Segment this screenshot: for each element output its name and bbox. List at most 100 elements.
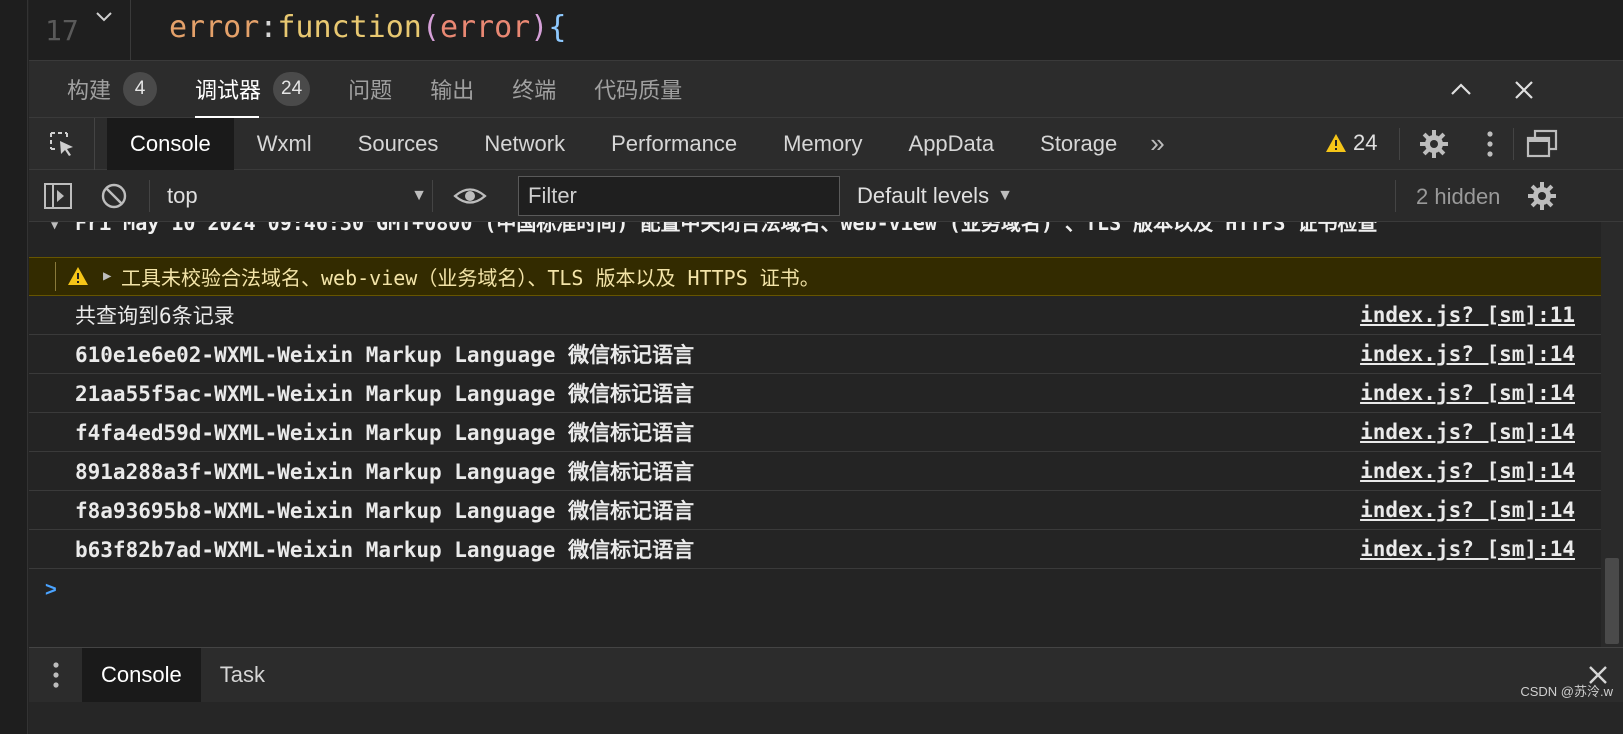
- panel-tab-label: 终端: [512, 78, 557, 103]
- log-message: f8a93695b8-WXML-Weixin Markup Language 微…: [75, 499, 695, 523]
- code-close-paren: ): [530, 10, 549, 45]
- code-property: error: [169, 10, 260, 45]
- scrollbar-thumb[interactable]: [1605, 558, 1619, 644]
- code-open-paren: (: [421, 10, 440, 45]
- log-row: f8a93695b8-WXML-Weixin Markup Language 微…: [29, 491, 1601, 530]
- context-value: top: [167, 183, 198, 208]
- console-group-header[interactable]: ▼ Fri May 10 2024 09:46:30 GMT+0800 (中国标…: [29, 222, 1601, 257]
- gutter-divider: [130, 0, 131, 61]
- close-icon[interactable]: [1509, 75, 1539, 105]
- panel-tab-badge: 4: [123, 72, 158, 106]
- clear-console-icon[interactable]: [99, 181, 129, 211]
- panel-tab-output[interactable]: 输出: [430, 61, 474, 118]
- warning-icon: [1326, 134, 1346, 152]
- source-link[interactable]: index.js? [sm]:14: [1360, 420, 1575, 444]
- log-message: b63f82b7ad-WXML-Weixin Markup Language 微…: [75, 538, 695, 562]
- log-levels-dropdown[interactable]: Default levels ▼: [857, 178, 1013, 214]
- drawer-tab-task[interactable]: Task: [201, 648, 284, 703]
- panel-tab-build[interactable]: 构建 4: [67, 61, 158, 118]
- log-message: 891a288a3f-WXML-Weixin Markup Language 微…: [75, 460, 695, 484]
- chevron-up-icon[interactable]: [1446, 75, 1476, 105]
- fold-chevron-icon[interactable]: [93, 6, 115, 28]
- watermark: CSDN @苏泠.w: [1520, 684, 1613, 699]
- code-colon: :: [259, 10, 278, 45]
- tab-network[interactable]: Network: [461, 118, 588, 170]
- collapse-caret-icon[interactable]: ▼: [51, 222, 58, 238]
- more-vertical-icon[interactable]: [1474, 128, 1506, 160]
- dropdown-arrow-icon: ▼: [997, 187, 1013, 204]
- console-output[interactable]: ▼ Fri May 10 2024 09:46:30 GMT+0800 (中国标…: [29, 222, 1601, 647]
- panel-tabs: 构建 4 调试器 24 问题 输出 终端 代码质量: [29, 61, 1623, 118]
- log-levels-label: Default levels: [857, 183, 990, 208]
- divider: [1513, 128, 1514, 160]
- source-link[interactable]: index.js? [sm]:14: [1360, 459, 1575, 483]
- drawer-tab-console[interactable]: Console: [82, 647, 201, 703]
- panel-tab-code-quality[interactable]: 代码质量: [594, 61, 682, 118]
- warnings-counter[interactable]: 24: [1325, 130, 1377, 156]
- divider: [149, 180, 150, 212]
- tab-appdata[interactable]: AppData: [886, 118, 1018, 170]
- filter-input[interactable]: [518, 176, 840, 216]
- source-link[interactable]: index.js? [sm]:14: [1360, 342, 1575, 366]
- panel-tab-label: 输出: [430, 78, 475, 103]
- ide-main: 17 error:function(error){ 构建 4 调试器 24 问题…: [29, 0, 1623, 734]
- status-strip: [29, 702, 1623, 734]
- eye-icon[interactable]: [453, 181, 487, 211]
- prompt-chevron-icon: >: [45, 579, 57, 601]
- sidebar-toggle-icon[interactable]: [43, 181, 73, 211]
- warning-message[interactable]: ▶ 工具未校验合法域名、web-view（业务域名）、TLS 版本以及 HTTP…: [29, 257, 1601, 296]
- log-row: 21aa55f5ac-WXML-Weixin Markup Language 微…: [29, 374, 1601, 413]
- log-message: 610e1e6e02-WXML-Weixin Markup Language 微…: [75, 343, 695, 367]
- log-row: 610e1e6e02-WXML-Weixin Markup Language 微…: [29, 335, 1601, 374]
- drawer-menu-button[interactable]: [29, 648, 82, 703]
- console-scrollbar[interactable]: [1601, 222, 1623, 647]
- panel-tab-terminal[interactable]: 终端: [512, 61, 556, 118]
- inspect-element-button[interactable]: [29, 117, 95, 170]
- log-message: f4fa4ed59d-WXML-Weixin Markup Language 微…: [75, 421, 695, 445]
- source-link[interactable]: index.js? [sm]:14: [1360, 498, 1575, 522]
- panel-tab-label: 问题: [348, 78, 393, 103]
- divider: [1395, 180, 1396, 212]
- console-settings-gear-icon[interactable]: [1526, 180, 1558, 212]
- code-param: error: [439, 10, 531, 45]
- tab-memory[interactable]: Memory: [760, 118, 885, 170]
- divider: [432, 180, 433, 212]
- console-toolbar: top ▼ Default levels ▼ 2 hidden: [29, 170, 1623, 222]
- expand-caret-icon[interactable]: ▶: [103, 268, 111, 284]
- context-selector[interactable]: top ▼: [167, 178, 427, 214]
- panel-tab-debugger[interactable]: 调试器 24: [195, 61, 311, 118]
- more-vertical-icon: [52, 662, 59, 688]
- tab-storage[interactable]: Storage: [1017, 118, 1140, 170]
- tab-performance[interactable]: Performance: [588, 118, 760, 170]
- tab-console[interactable]: Console: [107, 117, 234, 170]
- hidden-count: 2 hidden: [1416, 184, 1501, 209]
- group-header-text: Fri May 10 2024 09:46:30 GMT+0800 (中国标准时…: [75, 222, 1378, 235]
- warnings-count: 24: [1353, 130, 1378, 155]
- source-link[interactable]: index.js? [sm]:14: [1360, 381, 1575, 405]
- panel-tab-label: 构建: [67, 78, 112, 103]
- log-row: f4fa4ed59d-WXML-Weixin Markup Language 微…: [29, 413, 1601, 452]
- tab-sources[interactable]: Sources: [335, 118, 462, 170]
- code-editor-line: 17 error:function(error){: [29, 0, 1623, 61]
- log-row: 共查询到6条记录 index.js? [sm]:11: [29, 296, 1601, 335]
- more-tabs-icon[interactable]: »: [1140, 128, 1174, 159]
- warning-text: 工具未校验合法域名、web-view（业务域名）、TLS 版本以及 HTTPS …: [121, 266, 820, 290]
- panel-tab-problems[interactable]: 问题: [348, 61, 392, 118]
- code-keyword: function: [277, 10, 422, 45]
- source-link[interactable]: index.js? [sm]:14: [1360, 537, 1575, 561]
- undock-icon[interactable]: [1526, 128, 1558, 160]
- log-row: 891a288a3f-WXML-Weixin Markup Language 微…: [29, 452, 1601, 491]
- log-message: 21aa55f5ac-WXML-Weixin Markup Language 微…: [75, 382, 695, 406]
- console-prompt[interactable]: >: [29, 569, 1601, 609]
- bottom-drawer: Console Task: [29, 647, 1623, 703]
- code-text[interactable]: error:function(error){: [169, 10, 566, 45]
- panel-tab-label: 调试器: [195, 78, 262, 103]
- log-message: 共查询到6条记录: [75, 304, 235, 328]
- panel-tab-label: 代码质量: [594, 78, 683, 103]
- tab-wxml[interactable]: Wxml: [234, 118, 335, 170]
- gear-icon[interactable]: [1418, 128, 1450, 160]
- code-brace: {: [548, 10, 567, 45]
- source-link[interactable]: index.js? [sm]:11: [1360, 303, 1575, 327]
- inspect-cursor-icon: [49, 131, 73, 156]
- dropdown-arrow-icon: ▼: [411, 187, 427, 204]
